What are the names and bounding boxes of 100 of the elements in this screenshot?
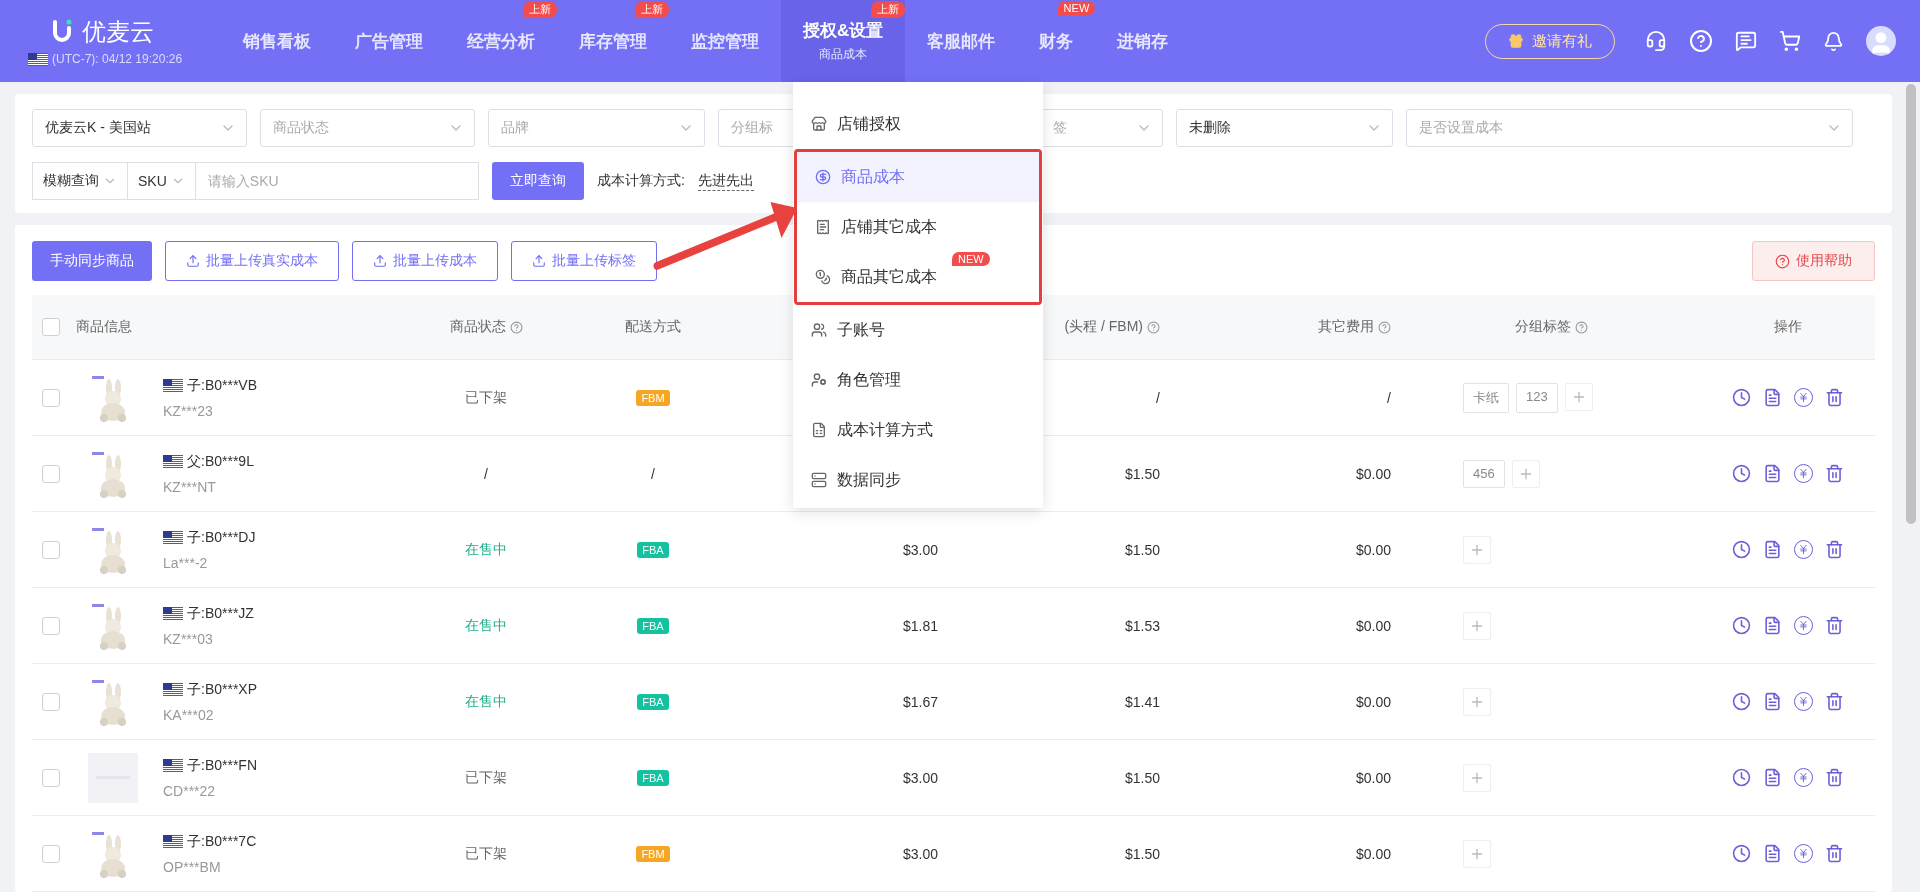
table-cell-text: $0.00 (1354, 693, 1392, 710)
headset-icon[interactable] (1645, 30, 1667, 52)
sku-input[interactable]: 请输入SKU (194, 162, 479, 200)
clock-icon[interactable] (1732, 692, 1751, 711)
bell-icon[interactable] (1823, 30, 1844, 52)
nav-tab[interactable]: 上新 授权&设置 商品成本 (781, 0, 906, 82)
shipping-badge: FBA (637, 617, 669, 634)
clock-icon[interactable] (1732, 768, 1751, 787)
receipt-icon (815, 219, 831, 235)
document-icon[interactable] (1763, 692, 1782, 711)
trash-icon[interactable] (1825, 540, 1844, 559)
table-cell-text: / (1386, 389, 1392, 406)
select-field[interactable]: 未删除 (1176, 109, 1393, 147)
checkbox[interactable] (42, 388, 60, 407)
nav-tab[interactable]: 上新 经营分析 (445, 0, 557, 82)
column-header: 分组标签 (1403, 318, 1700, 336)
cart-icon[interactable] (1779, 30, 1801, 52)
group-tag: 卡纸 (1463, 382, 1509, 413)
checkbox[interactable] (42, 616, 60, 635)
table-cell-text: $1.50 (1123, 541, 1161, 558)
user-gear-icon (811, 372, 827, 388)
asin-text: 子:B0***XP (187, 680, 258, 699)
flag-icon (163, 531, 183, 544)
document-icon[interactable] (1763, 616, 1782, 635)
menu-item[interactable]: 角色管理 (793, 355, 1043, 405)
nav-tab[interactable]: 进销存 (1095, 0, 1191, 82)
help-icon[interactable] (1689, 29, 1713, 53)
message-icon[interactable] (1735, 30, 1757, 52)
upload-button[interactable]: 批量上传标签 (511, 241, 657, 281)
select-field[interactable]: 优麦云K - 美国站 (32, 109, 247, 147)
shipping-badge: FBA (637, 693, 669, 710)
field-select[interactable]: SKU (127, 162, 195, 200)
trash-icon[interactable] (1825, 844, 1844, 863)
sku-text: KA***02 (163, 706, 215, 723)
help-icon (509, 320, 523, 334)
flag-icon (163, 835, 183, 848)
sync-button[interactable]: 手动同步商品 (32, 241, 152, 281)
menu-item[interactable]: 商品成本 (797, 152, 1039, 202)
new-badge: 上新 (523, 1, 557, 18)
shipping-badge: FBA (637, 769, 669, 786)
sku-text: KZ***NT (163, 478, 217, 495)
menu-item[interactable]: 店铺授权 (793, 99, 1043, 149)
checkbox[interactable] (42, 318, 60, 336)
menu-item[interactable]: 成本计算方式 (793, 405, 1043, 455)
upload-button[interactable]: 批量上传成本 (352, 241, 498, 281)
sku-text: OP***BM (163, 858, 222, 875)
nav-tab[interactable]: NEW 财务 (1017, 0, 1096, 82)
checkbox[interactable] (42, 464, 60, 483)
trash-icon[interactable] (1825, 616, 1844, 635)
table-cell-text: $1.67 (901, 693, 939, 710)
table-cell-text: $3.00 (901, 541, 939, 558)
asin-text: 子:B0***7C (187, 832, 257, 851)
status-text: / (483, 465, 489, 482)
upload-icon (373, 254, 387, 268)
clock-icon[interactable] (1732, 616, 1751, 635)
checkbox[interactable] (42, 768, 60, 787)
upload-icon (532, 254, 546, 268)
filter-field[interactable]: 是否设置成本 (1406, 109, 1853, 147)
nav-tab[interactable]: 广告管理 (333, 0, 445, 82)
shipping-badge: FBM (636, 845, 670, 862)
document-icon[interactable] (1763, 388, 1782, 407)
clock-icon[interactable] (1732, 464, 1751, 483)
checkbox[interactable] (42, 540, 60, 559)
upload-button[interactable]: 批量上传真实成本 (165, 241, 339, 281)
checkbox[interactable] (42, 844, 60, 863)
nav-tab[interactable]: 销售看板 (221, 0, 333, 82)
clock-icon[interactable] (1732, 844, 1751, 863)
new-badge: 上新 (635, 1, 669, 18)
menu-item[interactable]: 数据同步 (793, 455, 1043, 505)
trash-icon[interactable] (1825, 464, 1844, 483)
flag-icon (163, 455, 183, 468)
cost-method-link[interactable]: 先进先出 (697, 171, 754, 191)
clock-icon[interactable] (1732, 388, 1751, 407)
nav-tab[interactable]: 监控管理 (669, 0, 781, 82)
filter-field[interactable]: 品牌 (488, 109, 705, 147)
clock-icon[interactable] (1732, 540, 1751, 559)
trash-icon[interactable] (1825, 692, 1844, 711)
checkbox[interactable] (42, 692, 60, 711)
gift-icon (1508, 33, 1524, 49)
filter-field[interactable]: 商品状态 (260, 109, 475, 147)
flag-icon (163, 379, 183, 392)
avatar[interactable] (1866, 26, 1896, 56)
query-button[interactable]: 立即查询 (492, 162, 584, 200)
document-icon[interactable] (1763, 844, 1782, 863)
sku-text: KZ***03 (163, 630, 214, 647)
coin-icon (815, 169, 831, 185)
nav-tab[interactable]: 客服邮件 (905, 0, 1018, 82)
menu-item[interactable]: 子账号 (793, 305, 1043, 355)
help-button[interactable]: 使用帮助 (1752, 241, 1875, 281)
logo-text: 优麦云 (82, 17, 154, 47)
flag-icon (163, 683, 183, 696)
scrollbar[interactable] (1906, 84, 1916, 524)
trash-icon[interactable] (1825, 388, 1844, 407)
match-mode-select[interactable]: 模糊查询 (32, 162, 127, 200)
menu-item[interactable]: 商品其它成本 NEW (797, 252, 1039, 302)
document-icon[interactable] (1763, 464, 1782, 483)
nav-tab[interactable]: 上新 库存管理 (557, 0, 669, 82)
document-icon[interactable] (1763, 540, 1782, 559)
document-icon[interactable] (1763, 768, 1782, 787)
trash-icon[interactable] (1825, 768, 1844, 787)
